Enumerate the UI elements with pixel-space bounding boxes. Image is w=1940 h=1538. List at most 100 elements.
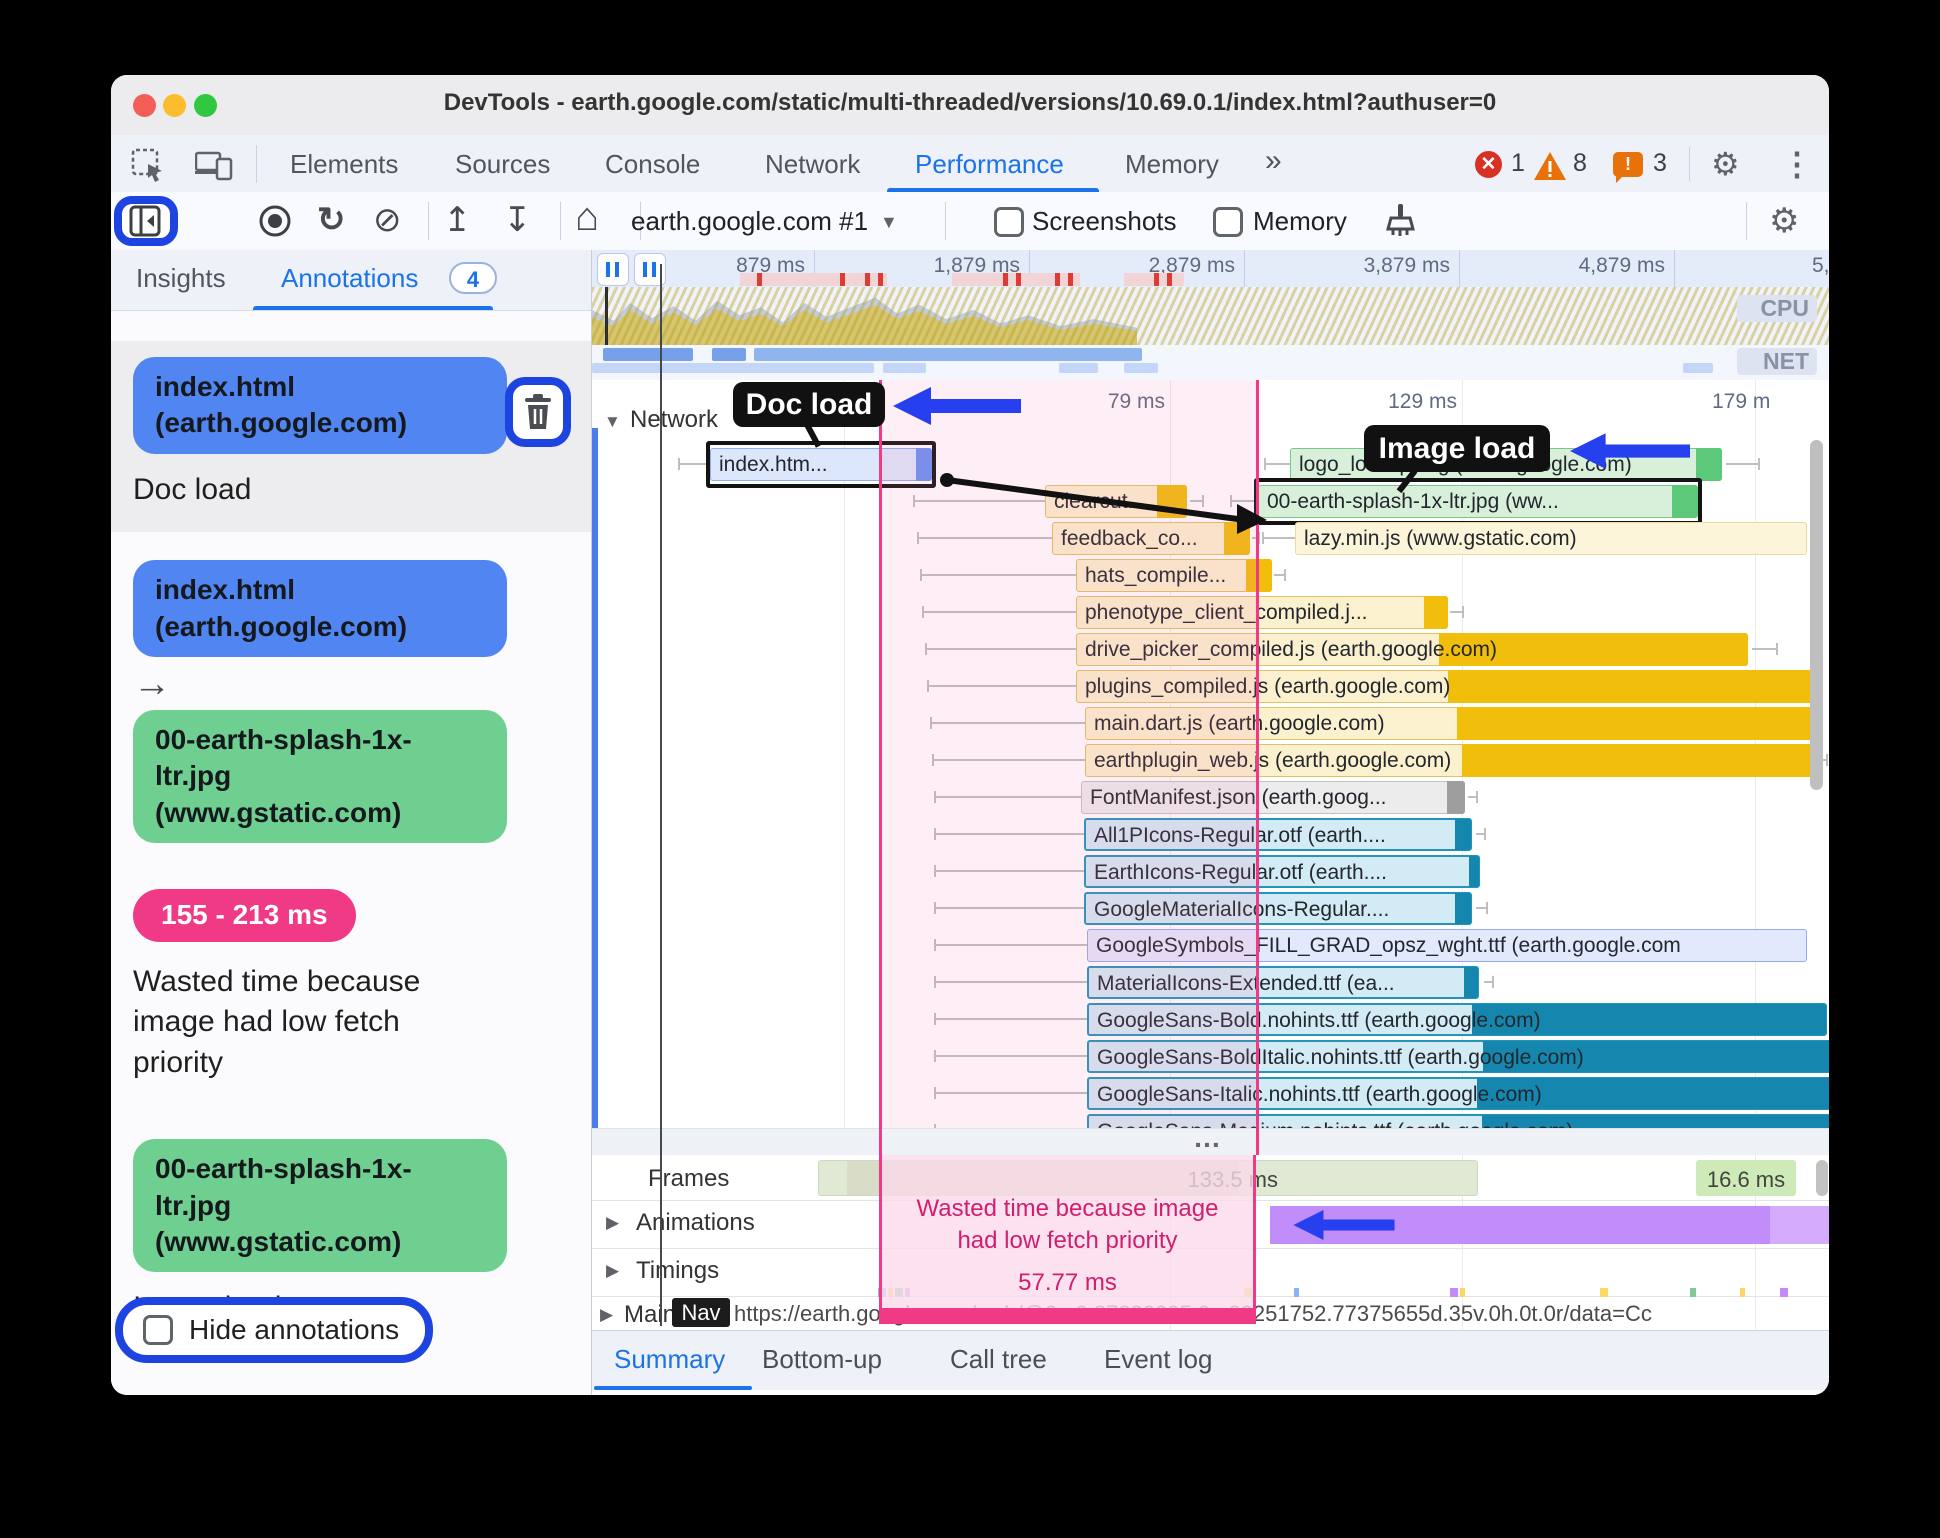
frames-scroll-thumb[interactable]	[1816, 1160, 1828, 1196]
collapse-arrow-icon[interactable]: ▶	[606, 1261, 619, 1281]
download-profile-icon[interactable]: ↧	[503, 200, 532, 240]
time-range-pill[interactable]: 155 - 213 ms	[133, 889, 356, 942]
collapse-arrow-icon[interactable]: ▶	[606, 1213, 619, 1233]
tab-performance[interactable]: Performance	[915, 149, 1064, 180]
network-request-bar[interactable]: GoogleSymbols_FILL_GRAD_opsz_wght.ttf (e…	[1087, 929, 1807, 962]
network-request-bar[interactable]: EarthIcons-Regular.otf (earth....	[1084, 855, 1480, 888]
wasted-time-value: 57.77 ms	[1018, 1269, 1117, 1296]
tab-console[interactable]: Console	[605, 149, 700, 180]
screenshots-label[interactable]: Screenshots	[1032, 206, 1177, 237]
divider	[1746, 202, 1747, 240]
tab-bottom-up[interactable]: Bottom-up	[762, 1344, 882, 1375]
network-request-bar[interactable]: GoogleSans-Bold.nohints.ttf (earth.googl…	[1087, 1003, 1827, 1036]
request-whisker	[934, 828, 1084, 840]
network-request-bar[interactable]: GoogleSans-BoldItalic.nohints.ttf (earth…	[1087, 1040, 1829, 1073]
overview-gridline	[1244, 250, 1245, 287]
ruler-label: 179 m	[1712, 390, 1771, 413]
network-request-bar[interactable]: index.htm...	[706, 441, 936, 488]
request-whisker	[925, 643, 1076, 655]
network-track-label[interactable]: Network	[630, 406, 718, 434]
annotation-range-start-line[interactable]	[879, 380, 882, 1155]
main-track-label[interactable]: Main	[624, 1301, 676, 1329]
tab-elements[interactable]: Elements	[290, 149, 398, 180]
record-icon[interactable]	[257, 203, 293, 239]
annotation-pill-to[interactable]: 00-earth-splash-1x-ltr.jpg (www.gstatic.…	[133, 710, 507, 844]
tab-sources[interactable]: Sources	[455, 149, 550, 180]
request-label: GoogleMaterialIcons-Regular....	[1094, 898, 1390, 921]
network-request-bar[interactable]: GoogleMaterialIcons-Regular....	[1084, 892, 1472, 925]
tab-network[interactable]: Network	[765, 149, 860, 180]
network-request-bar[interactable]: earthplugin_web.js (earth.google.com)	[1085, 744, 1815, 777]
network-expand-icon[interactable]: ▼	[604, 412, 621, 432]
request-whisker	[934, 939, 1087, 951]
network-request-bar[interactable]: MaterialIcons-Extended.ttf (ea...	[1087, 966, 1479, 999]
animation-bar-tail	[1770, 1206, 1829, 1244]
network-request-bar[interactable]: 00-earth-splash-1x-ltr.jpg (ww...	[1254, 478, 1702, 525]
memory-label[interactable]: Memory	[1253, 206, 1347, 237]
device-toolbar-icon[interactable]	[195, 149, 233, 181]
settings-gear-icon[interactable]: ⚙	[1711, 145, 1740, 183]
issues-badge-icon[interactable]: !	[1613, 152, 1643, 183]
annotation-pill-from[interactable]: index.html (earth.google.com)	[133, 560, 507, 658]
wasted-time-annotation-panel[interactable]: Wasted time because image had low fetch …	[879, 1155, 1256, 1324]
screenshots-checkbox[interactable]	[994, 207, 1024, 237]
selection-handle[interactable]	[605, 287, 608, 345]
tab-memory[interactable]: Memory	[1125, 149, 1219, 180]
net-overview-strip[interactable]: NET	[592, 345, 1829, 381]
tab-annotations[interactable]: Annotations	[281, 263, 418, 294]
network-request-bar[interactable]: lazy.min.js (www.gstatic.com)	[1295, 522, 1807, 555]
capture-settings-gear-icon[interactable]: ⚙	[1769, 201, 1799, 241]
annotation-pill[interactable]: 00-earth-splash-1x-ltr.jpg (www.gstatic.…	[133, 1139, 507, 1273]
vertical-scrollbar[interactable]	[1810, 440, 1823, 790]
annotation-pill[interactable]: index.html (earth.google.com)	[133, 357, 507, 454]
error-badge-icon[interactable]: ✕	[1475, 151, 1502, 178]
target-selector[interactable]: earth.google.com #1	[631, 206, 881, 237]
request-label: plugins_compiled.js (earth.google.com)	[1085, 675, 1451, 698]
annotation-card-link[interactable]: index.html (earth.google.com) → 00-earth…	[111, 560, 591, 844]
warning-badge-icon[interactable]	[1533, 151, 1567, 181]
kebab-menu-icon[interactable]: ⋮	[1781, 145, 1813, 183]
network-request-bar[interactable]: plugins_compiled.js (earth.google.com)	[1076, 670, 1822, 703]
request-label: GoogleSans-Bold.nohints.ttf (earth.googl…	[1097, 1009, 1541, 1032]
annotation-card-doc-load[interactable]: index.html (earth.google.com) Doc load	[111, 341, 591, 533]
tab-event-log[interactable]: Event log	[1104, 1344, 1212, 1375]
long-task-tick	[840, 273, 845, 286]
overview-ruler[interactable]: 879 ms 1,879 ms 2,879 ms 3,879 ms 4,879 ms 5,…	[592, 250, 1829, 288]
network-request-bar[interactable]: phenotype_client_compiled.j...	[1076, 596, 1448, 629]
garbage-collect-broom-icon[interactable]	[1381, 202, 1419, 240]
chevron-down-icon[interactable]: ▼	[880, 212, 898, 233]
annotation-card-time-range[interactable]: 155 - 213 ms Wasted time because image h…	[111, 889, 591, 1083]
request-whisker	[920, 569, 1076, 581]
memory-checkbox[interactable]	[1213, 207, 1243, 237]
upload-profile-icon[interactable]: ↥	[443, 200, 472, 240]
network-request-bar[interactable]: drive_picker_compiled.js (earth.google.c…	[1076, 633, 1748, 666]
timings-track-label[interactable]: Timings	[636, 1257, 719, 1285]
network-request-bar[interactable]: main.dart.js (earth.google.com)	[1085, 707, 1822, 740]
doc-load-annotation-label[interactable]: Doc load	[733, 382, 885, 427]
home-icon[interactable]: ⌂	[575, 195, 599, 240]
clear-icon[interactable]: ⊘	[373, 200, 402, 240]
reload-record-icon[interactable]: ↻	[317, 200, 346, 240]
collapse-arrow-icon[interactable]: ▶	[600, 1305, 613, 1325]
overflow-ellipsis[interactable]: …	[1177, 1122, 1237, 1154]
more-tabs-icon[interactable]: »	[1265, 144, 1282, 178]
hide-annotations-checkbox[interactable]	[143, 1315, 173, 1345]
hide-annotations-label[interactable]: Hide annotations	[189, 1314, 399, 1346]
cpu-overview-strip[interactable]: CPU	[592, 287, 1829, 345]
toggle-sidebar-icon[interactable]	[129, 205, 163, 237]
network-request-bar[interactable]: All1PIcons-Regular.otf (earth....	[1084, 818, 1472, 851]
trash-icon[interactable]	[523, 394, 553, 430]
pause-marker-1[interactable]	[597, 253, 629, 286]
network-waterfall[interactable]: 79 ms 129 ms 179 m ▼ Network index.htm..…	[592, 380, 1829, 1155]
network-request-bar[interactable]: GoogleSans-Italic.nohints.ttf (earth.goo…	[1087, 1077, 1829, 1110]
animations-track-label[interactable]: Animations	[636, 1209, 755, 1237]
tab-insights[interactable]: Insights	[136, 263, 226, 294]
image-load-annotation-label[interactable]: Image load	[1364, 425, 1550, 472]
net-activity-bar	[883, 363, 926, 373]
tab-call-tree[interactable]: Call tree	[950, 1344, 1047, 1375]
network-request-bar[interactable]: hats_compile...	[1076, 559, 1272, 592]
long-task-tick	[1003, 273, 1008, 286]
inspect-icon[interactable]	[130, 147, 166, 183]
tab-summary[interactable]: Summary	[614, 1344, 725, 1375]
network-request-bar[interactable]: FontManifest.json (earth.goog...	[1081, 781, 1465, 814]
